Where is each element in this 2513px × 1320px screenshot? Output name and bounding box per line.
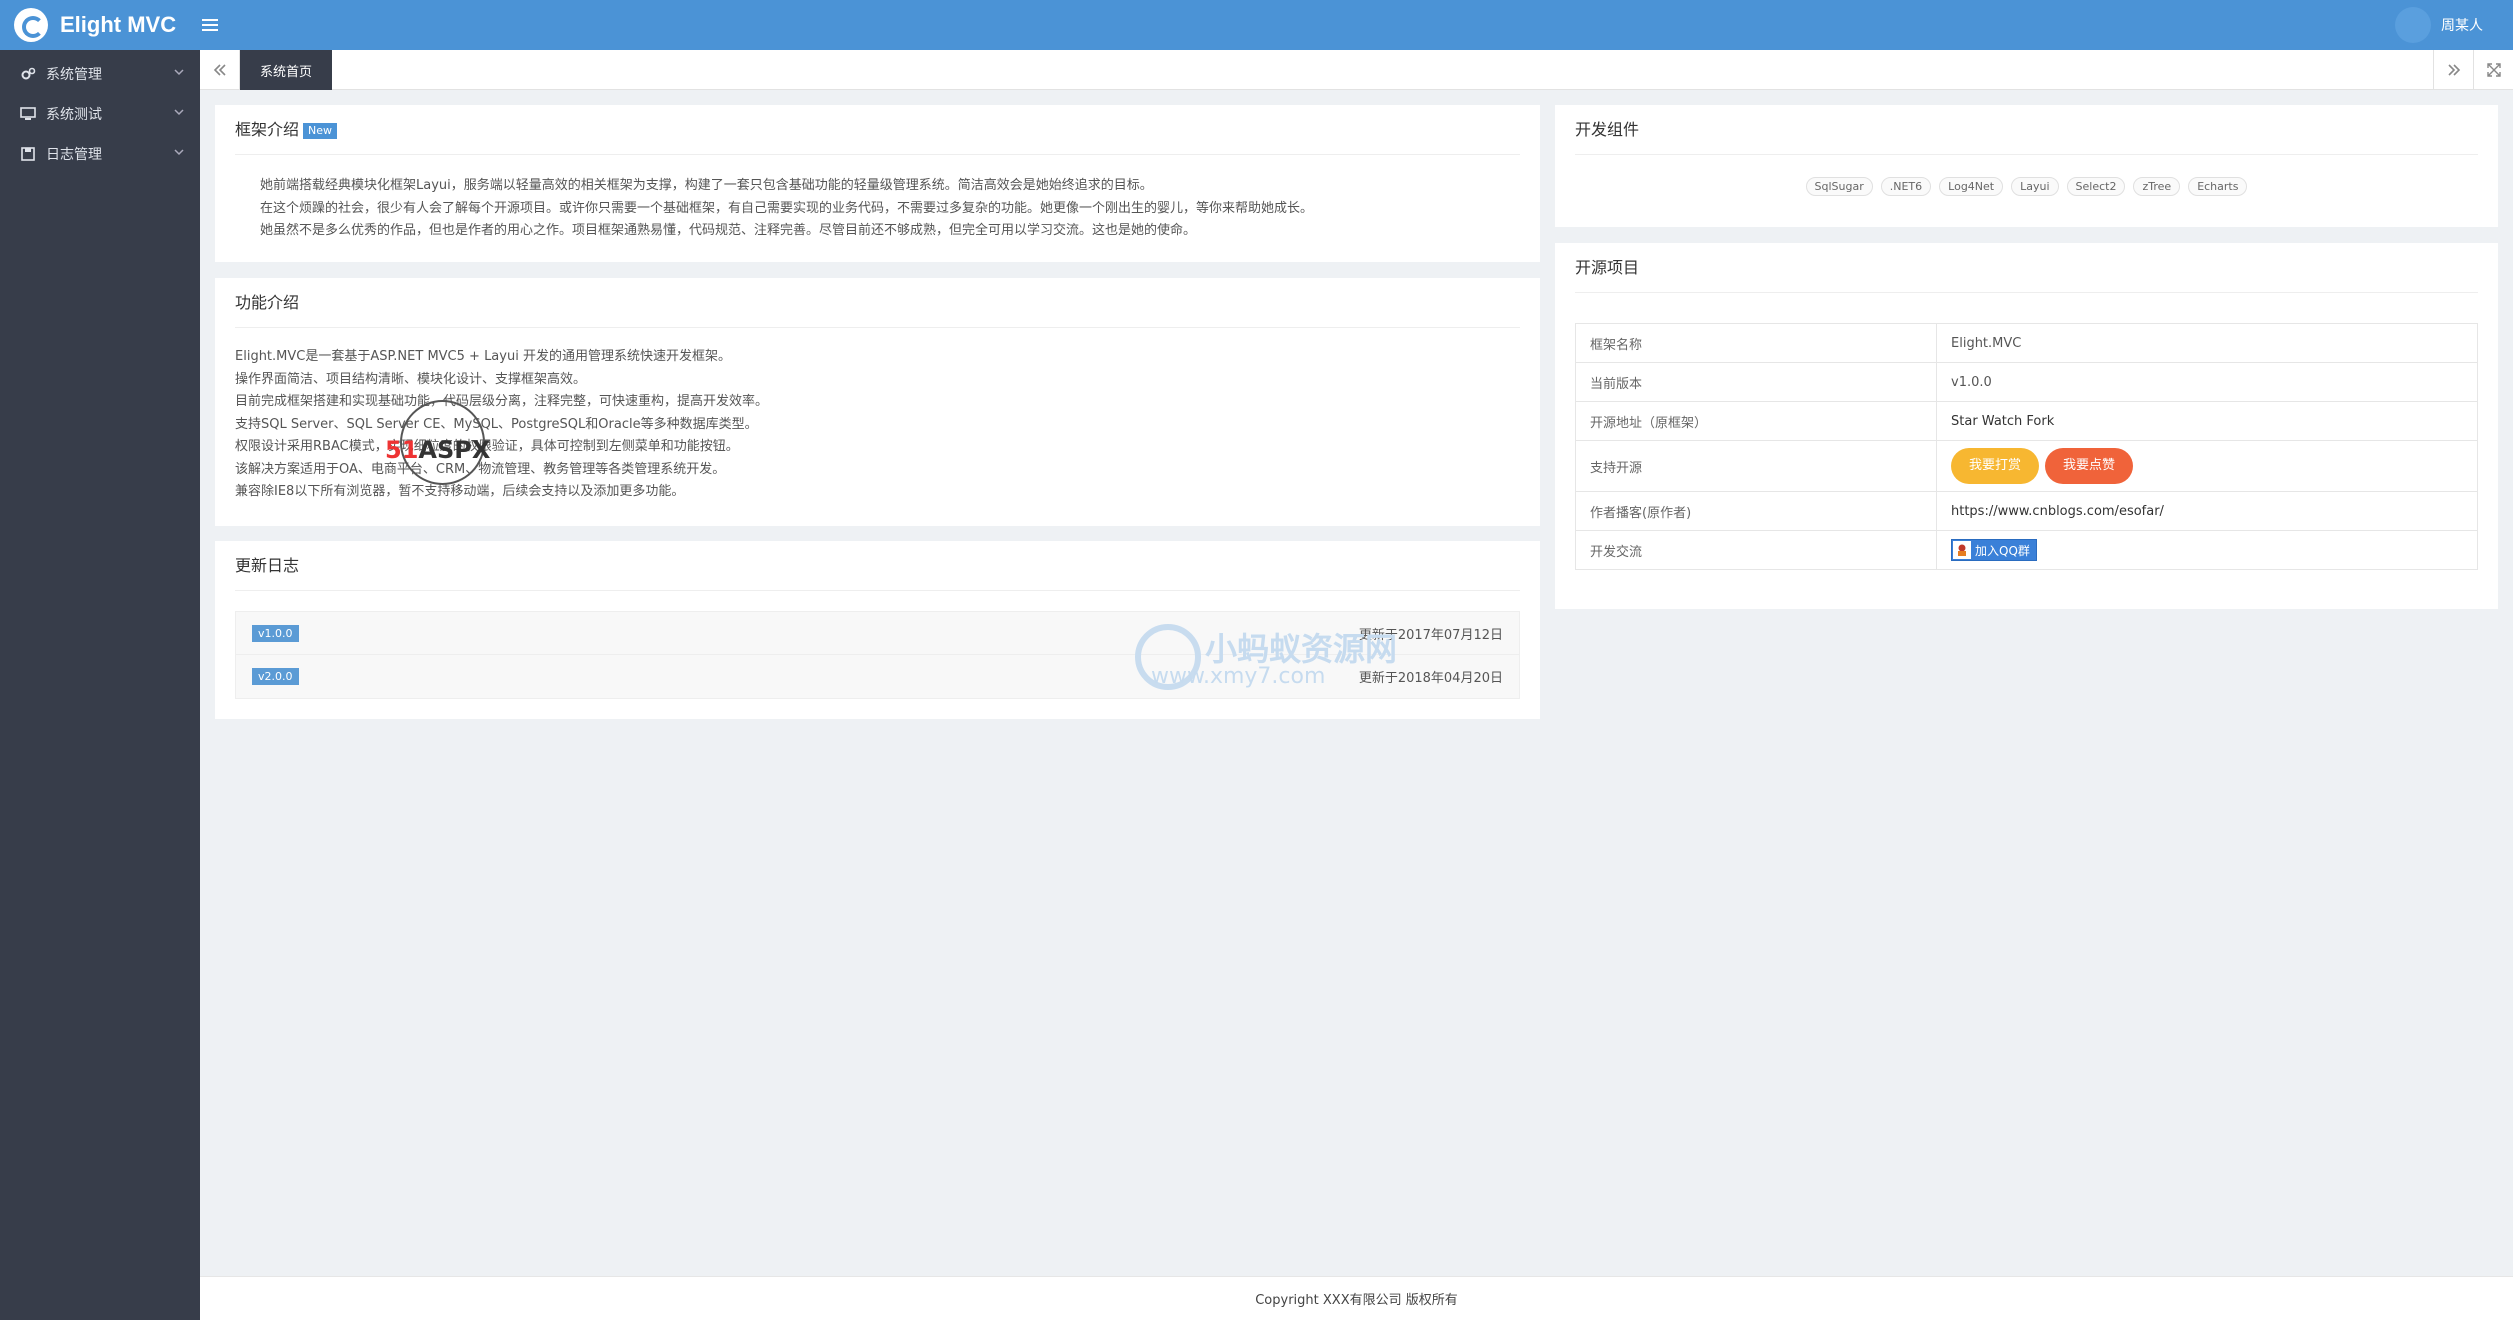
card-title-text: 框架介绍: [235, 120, 300, 139]
watermark-part: ASPX: [418, 436, 491, 464]
xmy-watermark: 小蚂蚁资源网 www.xmy7.com: [1135, 620, 1415, 700]
github-buttons[interactable]: Star Watch Fork: [1936, 401, 2478, 441]
brand-logo-icon: [14, 8, 48, 42]
table-row: 支持开源 我要打赏 我要点赞: [1575, 440, 2478, 492]
table-row: 当前版本 v1.0.0: [1575, 362, 2478, 402]
footer: Copyright XXX有限公司 版权所有: [200, 1276, 2513, 1320]
version-badge: v1.0.0: [252, 624, 299, 642]
sidebar-item-label: 日志管理: [46, 147, 102, 163]
card-title: 框架介绍 New: [235, 105, 1520, 155]
row-key: 开源地址（原框架）: [1575, 401, 1937, 441]
double-chevron-left-icon[interactable]: [200, 50, 240, 90]
tag: Log4Net: [1939, 177, 2004, 196]
framework-intro-text: 她前端搭载经典模块化框架Layui，服务端以轻量高效的相关框架为支撑，构建了一套…: [260, 175, 1520, 243]
reward-button[interactable]: 我要打赏: [1951, 448, 2040, 484]
fullscreen-icon[interactable]: [2473, 50, 2513, 90]
components-card: 开发组件 SqlSugar .NET6 Log4Net Layui Select…: [1555, 105, 2498, 227]
framework-intro-card: 框架介绍 New 她前端搭载经典模块化框架Layui，服务端以轻量高效的相关框架为…: [215, 105, 1540, 262]
user-name: 周某人: [2441, 18, 2483, 34]
top-header: Elight MVC 周某人: [0, 0, 2513, 50]
chevron-down-icon: [174, 109, 184, 116]
sidebar-item-label: 系统管理: [46, 67, 102, 83]
card-title: 更新日志: [235, 541, 1520, 591]
copyright-text: Copyright XXX有限公司 版权所有: [1255, 1293, 1458, 1308]
like-button[interactable]: 我要点赞: [2045, 448, 2134, 484]
qq-icon: [1953, 541, 1971, 559]
blog-link[interactable]: https://www.cnblogs.com/esofar/: [1936, 491, 2478, 531]
tab-bar: 系统首页: [200, 50, 2513, 90]
tab-home[interactable]: 系统首页: [240, 50, 333, 90]
row-key: 支持开源: [1575, 440, 1937, 492]
tag: zTree: [2133, 177, 2181, 196]
table-row: 框架名称 Elight.MVC: [1575, 323, 2478, 363]
avatar: [2395, 7, 2431, 43]
version-badge: v2.0.0: [252, 668, 299, 685]
aspx-watermark: 51ASPX: [385, 400, 515, 490]
double-chevron-right-icon[interactable]: [2433, 50, 2473, 90]
intro-line: 她虽然不是多么优秀的作品，但也是作者的用心之作。项目框架通熟易懂，代码规范、注释…: [260, 223, 1197, 238]
menu-toggle-icon[interactable]: [198, 13, 222, 37]
feature-line: 操作界面简洁、项目结构清晰、模块化设计、支撑框架高效。: [235, 371, 587, 387]
sidebar-item-system[interactable]: 系统管理: [0, 54, 200, 94]
tag: Echarts: [2188, 177, 2248, 196]
sidebar-item-logs[interactable]: 日志管理: [0, 134, 200, 174]
project-info-table: 框架名称 Elight.MVC 当前版本 v1.0.0 开源地址（原框架） St…: [1575, 323, 2478, 570]
watermark-text: 51ASPX: [385, 436, 490, 464]
sidebar: 系统管理 系统测试 日志管理: [0, 50, 200, 1320]
chevron-down-icon: [174, 149, 184, 156]
tag: .NET6: [1880, 177, 1932, 196]
feature-line: Elight.MVC是一套基于ASP.NET MVC5 + Layui 开发的通…: [235, 349, 731, 364]
tag: Layui: [2011, 177, 2059, 196]
row-key: 当前版本: [1575, 362, 1937, 402]
row-value: Elight.MVC: [1936, 323, 2478, 363]
card-title: 开源项目: [1575, 243, 2478, 293]
row-value: 我要打赏 我要点赞: [1936, 440, 2478, 492]
monitor-icon: [20, 106, 36, 122]
user-menu[interactable]: 周某人: [2395, 0, 2483, 50]
tag: SqlSugar: [1805, 177, 1873, 196]
card-title: 功能介绍: [235, 278, 1520, 328]
tag: Select2: [2066, 177, 2126, 196]
table-row: 开源地址（原框架） Star Watch Fork: [1575, 401, 2478, 441]
row-key: 作者播客(原作者): [1575, 491, 1937, 531]
intro-line: 在这个烦躁的社会，很少有人会了解每个开源项目。或许你只需要一个基础框架，有自己需…: [260, 200, 1314, 216]
row-value: v1.0.0: [1936, 362, 2478, 402]
tab-label: 系统首页: [260, 64, 313, 80]
qq-button-label: 加入QQ群: [1975, 543, 2030, 558]
project-card: 开源项目 框架名称 Elight.MVC 当前版本 v1.0.0 开源地址（原框…: [1555, 243, 2498, 609]
component-tags: SqlSugar .NET6 Log4Net Layui Select2 zTr…: [1575, 177, 2478, 196]
table-row: 作者播客(原作者) https://www.cnblogs.com/esofar…: [1575, 491, 2478, 531]
brand[interactable]: Elight MVC: [0, 0, 200, 50]
join-qq-group-button[interactable]: 加入QQ群: [1951, 539, 2037, 561]
watermark-part: 51: [385, 436, 419, 464]
sidebar-item-test[interactable]: 系统测试: [0, 94, 200, 134]
card-title: 开发组件: [1575, 105, 2478, 155]
sidebar-item-label: 系统测试: [46, 107, 102, 123]
watermark-url: www.xmy7.com: [1151, 664, 1326, 689]
row-value: 加入QQ群: [1936, 530, 2478, 570]
row-key: 框架名称: [1575, 323, 1937, 363]
row-key: 开发交流: [1575, 530, 1937, 570]
save-icon: [20, 146, 36, 162]
intro-line: 她前端搭载经典模块化框架Layui，服务端以轻量高效的相关框架为支撑，构建了一套…: [260, 178, 1153, 193]
cogs-icon: [20, 66, 36, 82]
new-badge: New: [303, 122, 338, 139]
chevron-down-icon: [174, 69, 184, 76]
table-row: 开发交流 加入QQ群: [1575, 530, 2478, 570]
brand-name: Elight MVC: [60, 12, 177, 37]
